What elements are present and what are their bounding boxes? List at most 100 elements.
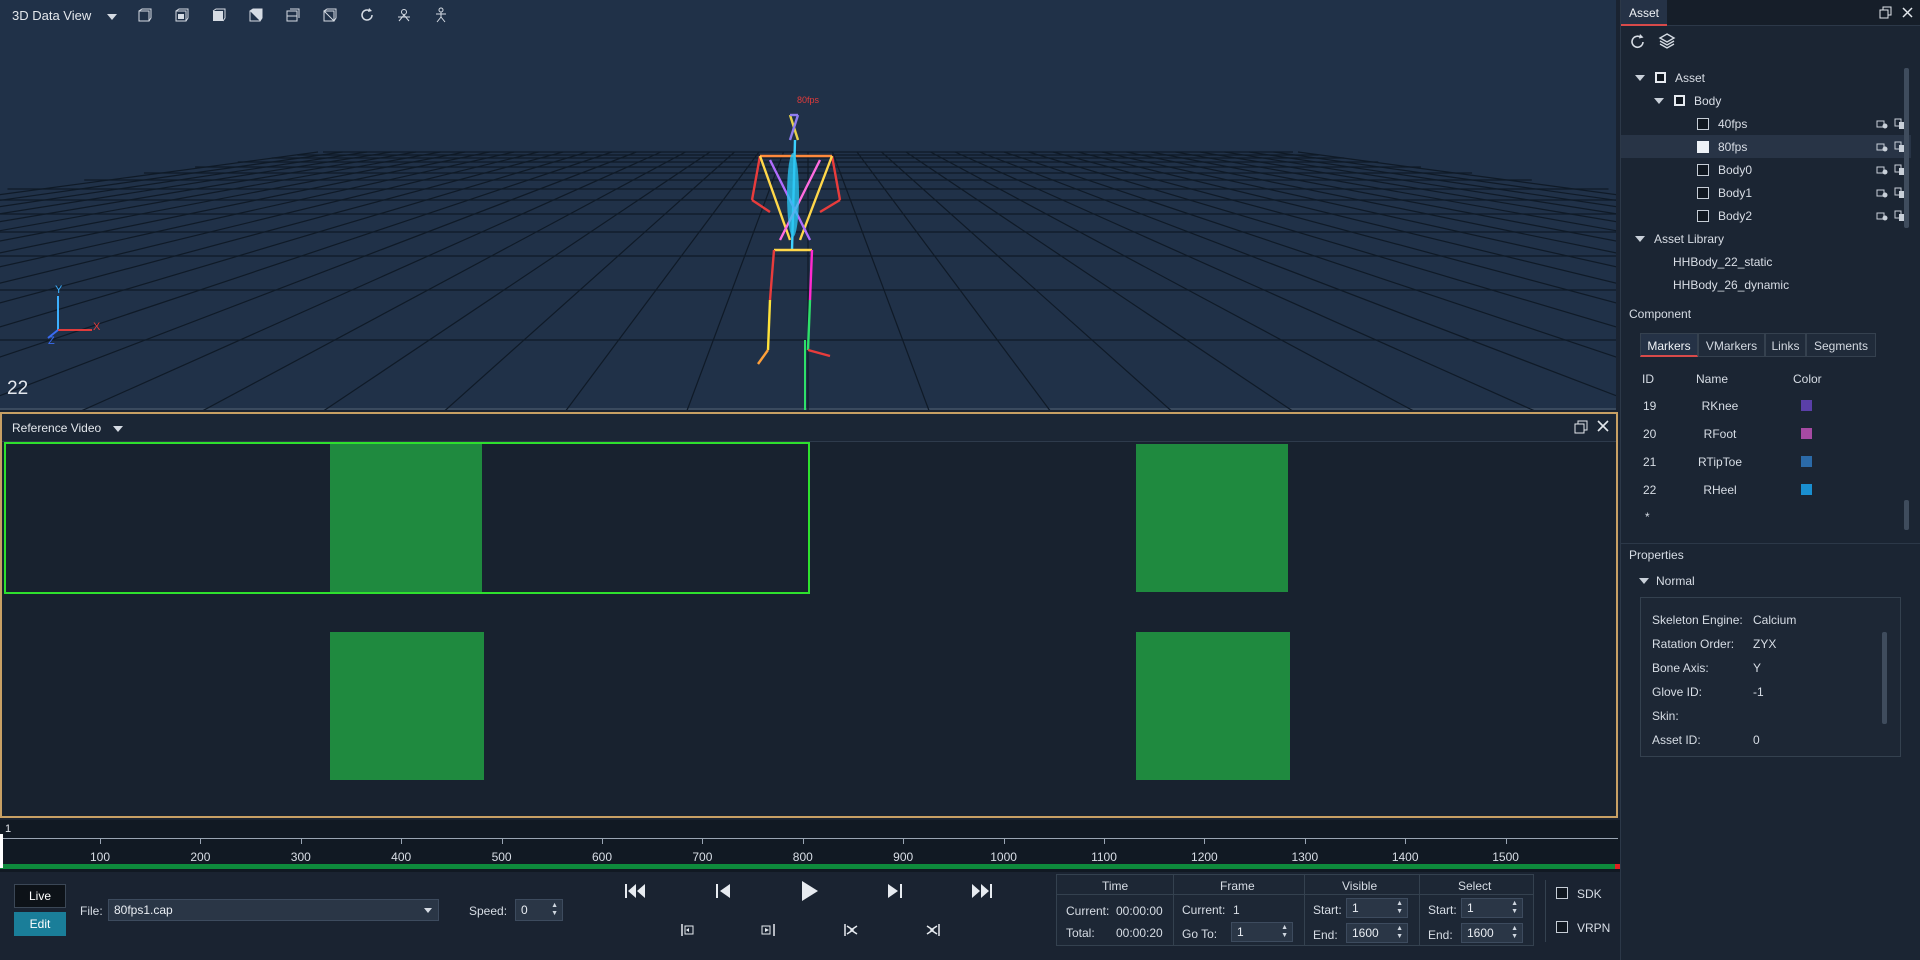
marker-color-swatch[interactable] xyxy=(1801,484,1812,495)
view-cube-6-icon[interactable] xyxy=(320,5,340,25)
tree-body[interactable]: Body xyxy=(1694,94,1721,108)
tab-segments[interactable]: Segments xyxy=(1806,333,1876,357)
table-row[interactable]: 22 RHeel xyxy=(1640,476,1900,504)
tree-item-checkbox[interactable] xyxy=(1697,140,1709,153)
eye-visibility-icon[interactable] xyxy=(1876,141,1888,153)
expand-triangle-icon[interactable] xyxy=(1639,578,1649,584)
expand-triangle-icon[interactable] xyxy=(1635,235,1645,242)
select-start-stepper[interactable]: 1 ▲ ▼ xyxy=(1461,898,1523,918)
loop-range-icon[interactable] xyxy=(924,922,942,938)
tree-item[interactable]: Body2 xyxy=(1621,204,1911,227)
refresh-icon[interactable] xyxy=(357,5,377,25)
skip-to-start-icon[interactable] xyxy=(624,882,648,900)
property-value[interactable]: Calcium xyxy=(1753,613,1796,627)
tree-item[interactable]: 40fps xyxy=(1621,112,1911,135)
body-checkbox[interactable] xyxy=(1674,95,1685,106)
camera-rig-icon[interactable] xyxy=(394,5,414,25)
camera-feed-3[interactable] xyxy=(330,632,484,780)
select-end-stepper[interactable]: 1600 ▲ ▼ xyxy=(1461,923,1523,943)
marker-color-swatch[interactable] xyxy=(1801,428,1812,439)
camera-feed-1[interactable] xyxy=(330,444,482,592)
timeline-cursor[interactable] xyxy=(0,834,3,868)
close-icon[interactable] xyxy=(1901,6,1914,19)
cut-range-icon[interactable] xyxy=(842,922,860,938)
set-in-icon[interactable] xyxy=(678,922,696,938)
live-button[interactable]: Live xyxy=(14,884,66,908)
axis-x-label: X xyxy=(93,321,101,333)
reference-video-dropdown[interactable] xyxy=(113,420,124,435)
view-cube-2-icon[interactable] xyxy=(172,5,192,25)
eye-visibility-icon[interactable] xyxy=(1876,187,1888,199)
tree-item[interactable]: Body1 xyxy=(1621,181,1911,204)
float-panel-icon[interactable] xyxy=(1574,420,1588,434)
step-back-icon[interactable] xyxy=(714,882,734,900)
view-cube-1-icon[interactable] xyxy=(135,5,155,25)
property-value[interactable]: -1 xyxy=(1753,685,1764,699)
tree-item-checkbox[interactable] xyxy=(1697,209,1709,222)
tree-item[interactable]: 80fps xyxy=(1621,135,1911,158)
goto-frame-stepper[interactable]: 1 ▲ ▼ xyxy=(1231,922,1293,942)
skip-to-end-icon[interactable] xyxy=(969,882,993,900)
table-row[interactable]: 19 RKnee xyxy=(1640,392,1900,420)
property-value[interactable]: ZYX xyxy=(1753,637,1776,651)
speed-value: 0 xyxy=(521,903,528,917)
tree-scrollbar[interactable] xyxy=(1904,68,1909,228)
tree-item[interactable]: Body0 xyxy=(1621,158,1911,181)
asset-panel: Asset Asset Body 40fps 80fps Body0 Body1 Bod… xyxy=(1620,0,1920,960)
eye-visibility-icon[interactable] xyxy=(1876,210,1888,222)
tick-mark xyxy=(903,838,905,844)
tree-asset-root[interactable]: Asset xyxy=(1675,71,1705,85)
speed-stepper[interactable]: 0 ▲ ▼ xyxy=(515,899,563,921)
axis-z-label: Z xyxy=(48,335,55,347)
new-row-marker[interactable]: * xyxy=(1645,510,1650,524)
marker-color-swatch[interactable] xyxy=(1801,400,1812,411)
camera-feed-4[interactable] xyxy=(1136,632,1290,780)
edit-button[interactable]: Edit xyxy=(14,912,66,936)
tick-mark xyxy=(1204,838,1206,844)
expand-triangle-icon[interactable] xyxy=(1635,74,1645,81)
visible-end-stepper[interactable]: 1600 ▲ ▼ xyxy=(1346,923,1408,943)
view-cube-5-icon[interactable] xyxy=(283,5,303,25)
tree-item-checkbox[interactable] xyxy=(1697,186,1709,199)
step-forward-icon[interactable] xyxy=(884,882,904,900)
expand-triangle-icon[interactable] xyxy=(1654,97,1664,104)
timeline[interactable]: 1 100 200 300 400 500 600 700 800 900 1000 1100 120… xyxy=(0,820,1620,872)
property-value[interactable]: 0 xyxy=(1753,733,1760,747)
library-item[interactable]: HHBody_26_dynamic xyxy=(1673,278,1789,292)
tree-item-checkbox[interactable] xyxy=(1697,117,1709,130)
properties-group-normal[interactable]: Normal xyxy=(1656,574,1695,588)
tree-asset-library[interactable]: Asset Library xyxy=(1654,232,1724,246)
properties-scrollbar[interactable] xyxy=(1882,632,1887,724)
view-cube-4-icon[interactable] xyxy=(246,5,266,25)
play-icon[interactable] xyxy=(798,879,820,903)
library-item[interactable]: HHBody_22_static xyxy=(1673,255,1772,269)
eye-visibility-icon[interactable] xyxy=(1876,164,1888,176)
markers-table: ID Name Color 19 RKnee 20 RFoot 21 RTipToe 22 R… xyxy=(1640,365,1906,535)
table-row[interactable]: 20 RFoot xyxy=(1640,420,1900,448)
eye-visibility-icon[interactable] xyxy=(1876,118,1888,130)
view-cube-3-icon[interactable] xyxy=(209,5,229,25)
file-select[interactable]: 80fps1.cap xyxy=(108,899,439,921)
refresh-icon[interactable] xyxy=(1629,33,1647,51)
layers-icon[interactable] xyxy=(1658,32,1676,50)
table-row[interactable]: 21 RTipToe xyxy=(1640,448,1900,476)
tree-item-checkbox[interactable] xyxy=(1697,163,1709,176)
visible-start-stepper[interactable]: 1 ▲ ▼ xyxy=(1346,898,1408,918)
tab-links[interactable]: Links xyxy=(1765,333,1806,357)
property-value[interactable]: Y xyxy=(1753,661,1761,675)
tab-asset[interactable]: Asset xyxy=(1621,0,1667,26)
tab-vmarkers[interactable]: VMarkers xyxy=(1698,333,1765,357)
close-icon[interactable] xyxy=(1596,419,1610,433)
marker-color-swatch[interactable] xyxy=(1801,456,1812,467)
markers-scrollbar[interactable] xyxy=(1904,500,1909,530)
tab-markers[interactable]: Markers xyxy=(1640,333,1698,357)
float-panel-icon[interactable] xyxy=(1879,6,1892,19)
view-dropdown[interactable] xyxy=(107,8,118,23)
vrpn-checkbox[interactable] xyxy=(1556,921,1568,933)
set-out-icon[interactable] xyxy=(760,922,778,938)
skeleton-icon[interactable] xyxy=(431,5,451,25)
asset-root-checkbox[interactable] xyxy=(1655,72,1666,83)
camera-feed-2[interactable] xyxy=(1136,444,1288,592)
sdk-checkbox[interactable] xyxy=(1556,887,1568,899)
3d-data-view[interactable]: 3D Data View 80fps Y X Z 22 xyxy=(0,0,1616,410)
